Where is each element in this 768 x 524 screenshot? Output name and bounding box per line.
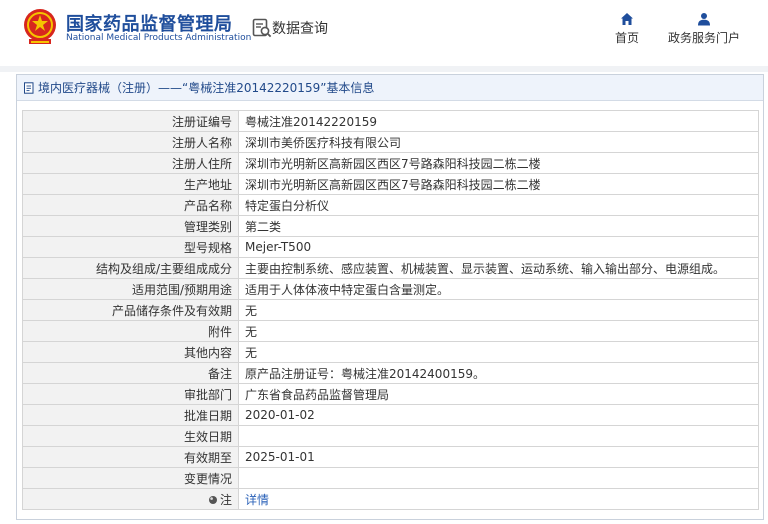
table-row: 批准日期 2020-01-02 (22, 404, 759, 426)
row-value: 深圳市光明新区高新园区西区7号路森阳科技园二栋二楼 (238, 152, 759, 174)
table-row: 注册人名称 深圳市美侨医疗科技有限公司 (22, 131, 759, 153)
logo-title-en[interactable]: National Medical Products Administration (66, 33, 251, 43)
row-label: 注册证编号 (22, 110, 239, 132)
row-value: 适用于人体体液中特定蛋白含量测定。 (238, 278, 759, 300)
detail-panel: 境内医疗器械（注册） —— “粤械注准20142220159”基本信息 注册证编… (16, 74, 764, 520)
table-row: 生效日期 (22, 425, 759, 447)
row-label: 备注 (22, 362, 239, 384)
table-row: 注册证编号 粤械注准20142220159 (22, 110, 759, 132)
home-icon (621, 13, 633, 25)
table-row: 注册人住所 深圳市光明新区高新园区西区7号路森阳科技园二栋二楼 (22, 152, 759, 174)
row-value: 特定蛋白分析仪 (238, 194, 759, 216)
note-value-cell: 详情 (238, 488, 759, 510)
table-row: 其他内容无 (22, 341, 759, 363)
table-row: 产品储存条件及有效期无 (22, 299, 759, 321)
row-value (238, 467, 759, 489)
row-value: 第二类 (238, 215, 759, 237)
note-label-cell: 注 (22, 488, 239, 510)
row-value (238, 425, 759, 447)
row-value: 无 (238, 299, 759, 321)
nav-home-label: 首页 (614, 31, 639, 45)
row-label: 注册人名称 (22, 131, 239, 153)
row-label: 型号规格 (22, 236, 239, 258)
nav-service-portal[interactable]: 政务服务门户 (664, 12, 744, 46)
site-header: 国家药品监督管理局 National Medical Products Admi… (0, 0, 768, 66)
note-label: 注 (219, 492, 232, 507)
row-value: 深圳市光明新区高新园区西区7号路森阳科技园二栋二楼 (238, 173, 759, 195)
table-row: 产品名称 特定蛋白分析仪 (22, 194, 759, 216)
row-label: 注册人住所 (22, 152, 239, 174)
row-label: 附件 (22, 320, 239, 342)
breadcrumb-separator: —— (158, 80, 183, 95)
row-label: 审批部门 (22, 383, 239, 405)
row-label: 结构及组成/主要组成成分 (22, 257, 239, 279)
row-label: 产品名称 (22, 194, 239, 216)
row-value: 原产品注册证号：粤械注准20142400159。 (238, 362, 759, 384)
row-value: 2020-01-02 (238, 404, 759, 426)
row-label: 生效日期 (22, 425, 239, 447)
row-value: Mejer-T500 (238, 236, 759, 258)
row-value: 无 (238, 341, 759, 363)
row-value: 无 (238, 320, 759, 342)
table-row: 生产地址 深圳市光明新区高新园区西区7号路森阳科技园二栋二楼 (22, 173, 759, 195)
breadcrumb: 境内医疗器械（注册） —— “粤械注准20142220159”基本信息 (17, 75, 763, 101)
table-row: 型号规格 Mejer-T500 (22, 236, 759, 258)
pin-icon (208, 496, 217, 504)
table-row: 结构及组成/主要组成成分 主要由控制系统、感应装置、机械装置、显示装置、运动系统、… (22, 257, 759, 279)
data-query-icon (252, 18, 272, 38)
row-value: 广东省食品药品监督管理局 (238, 383, 759, 405)
table-row-note: 注 详情 (22, 488, 759, 510)
breadcrumb-title: “粤械注准20142220159”基本信息 (182, 80, 375, 95)
row-value: 深圳市美侨医疗科技有限公司 (238, 131, 759, 153)
detail-table: 注册证编号 粤械注准20142220159 注册人名称 深圳市美侨医疗科技有限公司 … (22, 110, 759, 510)
row-label: 适用范围/预期用途 (22, 278, 239, 300)
row-label: 产品储存条件及有效期 (22, 299, 239, 321)
details-link[interactable]: 详情 (245, 493, 269, 507)
nav-home[interactable]: 首页 (612, 12, 642, 46)
table-row: 有效期至 2025-01-01 (22, 446, 759, 468)
header-divider (0, 66, 768, 72)
breadcrumb-category: 境内医疗器械（注册） (38, 80, 159, 95)
row-label: 变更情况 (22, 467, 239, 489)
table-row: 备注 原产品注册证号：粤械注准20142400159。 (22, 362, 759, 384)
user-icon (698, 13, 710, 26)
document-icon (24, 81, 34, 94)
nav-portal-label: 政务服务门户 (667, 31, 740, 45)
row-value: 2025-01-01 (238, 446, 759, 468)
row-label: 生产地址 (22, 173, 239, 195)
table-row: 附件无 (22, 320, 759, 342)
table-row: 管理类别 第二类 (22, 215, 759, 237)
table-row: 变更情况 (22, 467, 759, 489)
row-label: 管理类别 (22, 215, 239, 237)
row-value: 主要由控制系统、感应装置、机械装置、显示装置、运动系统、输入输出部分、电源组成。 (238, 257, 759, 279)
table-row: 审批部门 广东省食品药品监督管理局 (22, 383, 759, 405)
national-emblem-icon (24, 9, 56, 44)
row-label: 其他内容 (22, 341, 239, 363)
row-label: 有效期至 (22, 446, 239, 468)
data-query-link[interactable]: 数据查询 (272, 18, 328, 38)
table-row: 适用范围/预期用途 适用于人体体液中特定蛋白含量测定。 (22, 278, 759, 300)
row-value: 粤械注准20142220159 (238, 110, 759, 132)
row-label: 批准日期 (22, 404, 239, 426)
